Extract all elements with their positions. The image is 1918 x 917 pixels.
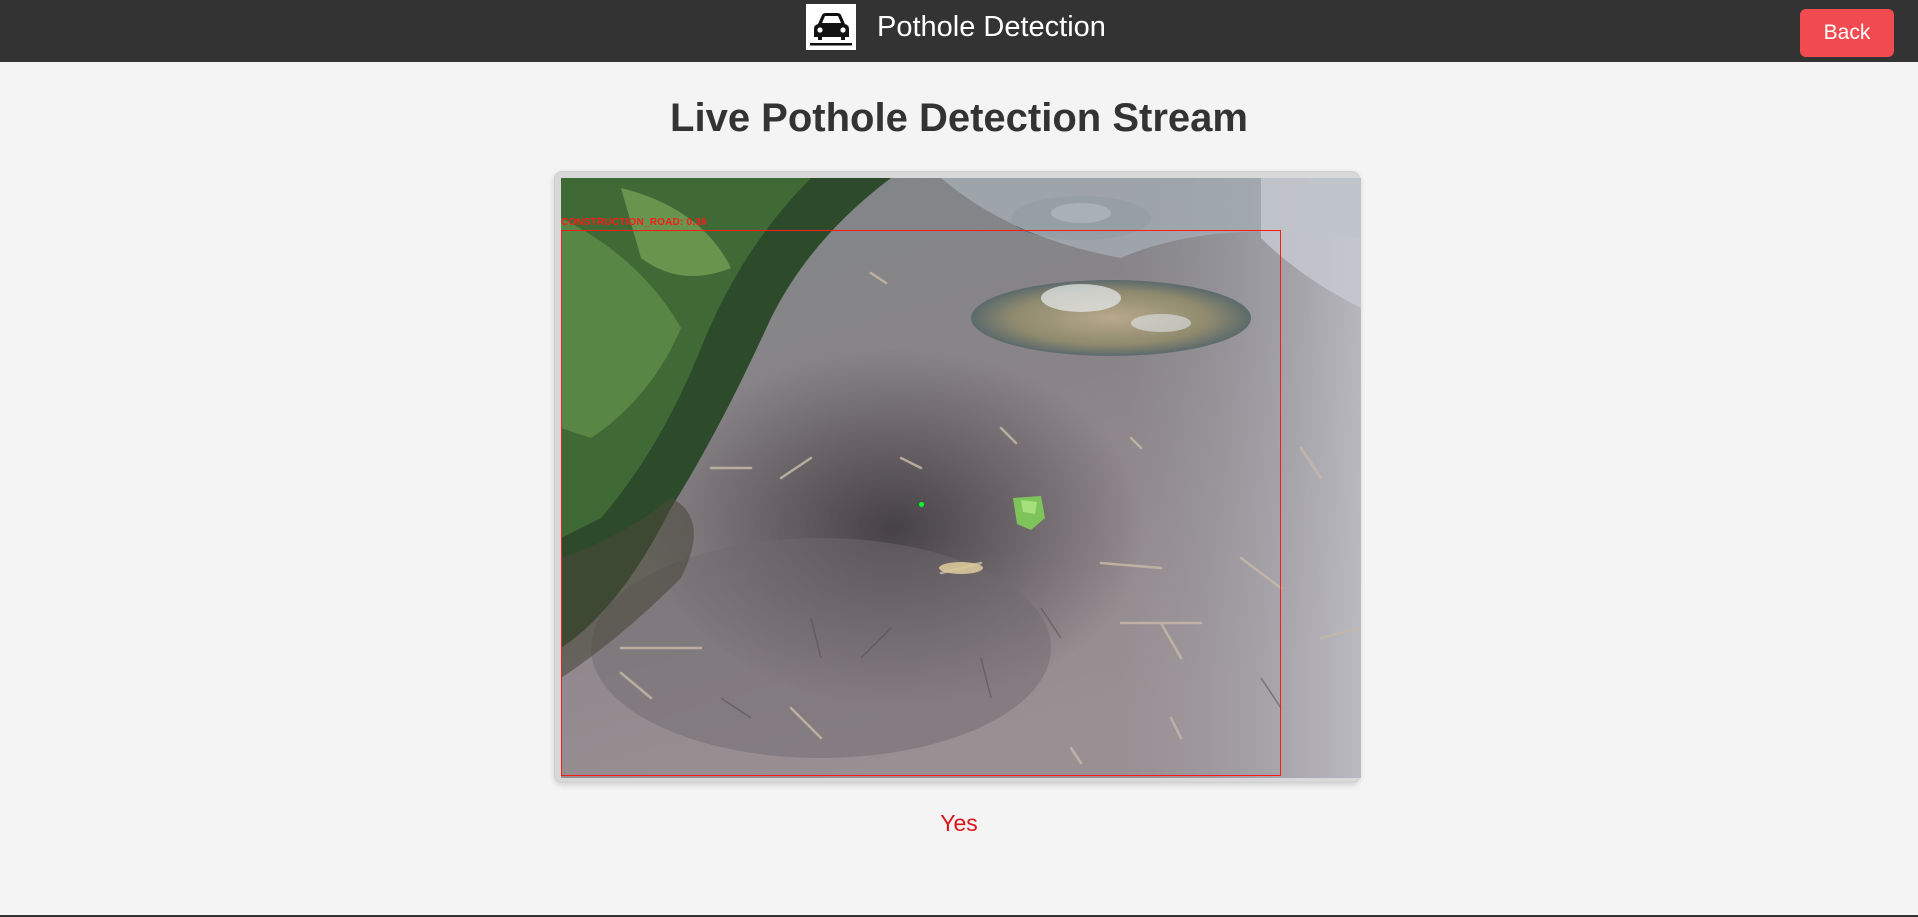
detection-status: Yes: [940, 810, 978, 836]
top-navbar: Pothole Detection Back: [0, 0, 1918, 62]
page-title: Live Pothole Detection Stream: [670, 96, 1248, 140]
live-stream-image: CONSTRUCTION_ROAD: 0.36: [561, 178, 1361, 778]
back-button[interactable]: Back: [1800, 9, 1894, 57]
brand: Pothole Detection: [806, 4, 1106, 50]
detection-center-marker: [919, 502, 924, 507]
detection-label: CONSTRUCTION_ROAD: 0.36: [561, 217, 707, 228]
video-stream-frame: CONSTRUCTION_ROAD: 0.36: [554, 171, 1361, 783]
app-title: Pothole Detection: [877, 11, 1106, 43]
car-icon: [806, 4, 856, 50]
